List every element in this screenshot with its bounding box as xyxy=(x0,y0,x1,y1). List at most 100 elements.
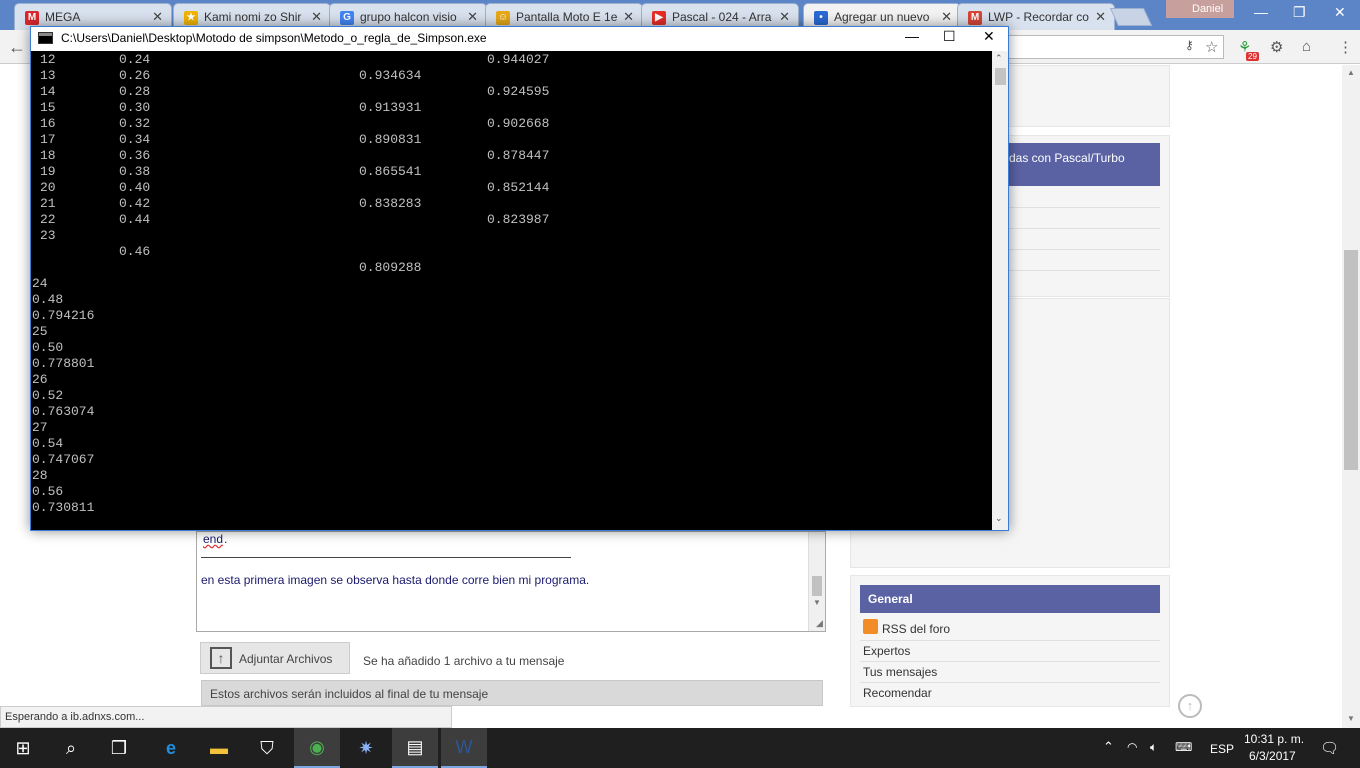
console-close-icon[interactable]: ✕ xyxy=(983,28,995,45)
tab-close-icon[interactable]: ✕ xyxy=(941,9,952,25)
console-cell-x: 0.40 xyxy=(119,180,151,195)
console-minimize-icon[interactable]: — xyxy=(905,28,919,44)
scroll-down-icon[interactable]: ▼ xyxy=(813,598,821,607)
tab-favicon-icon: ★ xyxy=(184,11,198,25)
console-cell-b: 0.838283 xyxy=(359,196,422,211)
page-scroll-thumb[interactable] xyxy=(1344,250,1358,470)
task-view-icon[interactable]: ❒ xyxy=(96,728,142,768)
console-cell-x: 0.42 xyxy=(119,196,151,211)
menu-kebab-icon[interactable]: ⋮ xyxy=(1338,38,1353,56)
tab-favicon-icon: ▶ xyxy=(652,11,666,25)
tab-favicon-icon: • xyxy=(814,11,828,25)
key-icon[interactable]: ⚷ xyxy=(1185,38,1194,52)
console-title-bar[interactable]: C:\Users\Daniel\Desktop\Motodo de simpso… xyxy=(31,27,1008,51)
attach-info-bar: Estos archivos serán incluidos al final … xyxy=(201,680,823,706)
console-cell-c: 0.924595 xyxy=(487,84,550,99)
tab-close-icon[interactable]: ✕ xyxy=(152,9,163,25)
search-icon[interactable]: ⌕ xyxy=(48,728,94,768)
tab-label: LWP - Recordar co xyxy=(988,10,1089,24)
page-scroll-down-icon[interactable]: ▼ xyxy=(1347,714,1355,723)
sidebar-header-1: das con Pascal/Turbo xyxy=(1000,143,1160,186)
chrome-icon[interactable]: ◉ xyxy=(294,728,340,768)
rss-icon xyxy=(863,619,878,634)
console-output[interactable]: 12 0.24 0.944027 13 0.26 0.934634 14 0.28 0.9245… xyxy=(31,51,992,530)
console-cell-n: 19 xyxy=(40,164,56,179)
tab-close-icon[interactable]: ✕ xyxy=(1095,9,1106,25)
volume-icon[interactable]: 🔈︎ xyxy=(1150,740,1157,755)
console-cell-n: 15 xyxy=(40,100,56,115)
console-cell-x: 0.32 xyxy=(119,116,151,131)
console-line: 0.52 xyxy=(32,388,64,403)
chevron-up-icon[interactable]: ⌃ xyxy=(1103,739,1114,755)
console-maximize-icon[interactable]: ☐ xyxy=(943,28,956,45)
editor-scrollbar[interactable]: ▼ ◢ xyxy=(808,532,825,631)
console-scrollbar[interactable]: ⌃ ⌄ xyxy=(992,51,1008,530)
edge-icon[interactable]: e xyxy=(148,728,194,768)
profile-button[interactable]: Daniel xyxy=(1166,0,1234,18)
console-scroll-down-icon[interactable]: ⌄ xyxy=(995,513,1003,524)
clock-date[interactable]: 6/3/2017 xyxy=(1249,749,1296,763)
link-tus-mensajes[interactable]: Tus mensajes xyxy=(863,665,937,679)
tab-close-icon[interactable]: ✕ xyxy=(623,9,634,25)
tab-favicon-icon: M xyxy=(968,11,982,25)
console-line: 0.48 xyxy=(32,292,64,307)
attach-label: Adjuntar Archivos xyxy=(239,652,333,666)
console-line: 24 xyxy=(32,276,48,291)
store-icon[interactable]: ⛉ xyxy=(244,728,290,768)
console-cell-x: 0.28 xyxy=(119,84,151,99)
console-cell-x: 0.24 xyxy=(119,52,151,67)
console-cell-x: 0.36 xyxy=(119,148,151,163)
page-scroll-up-icon[interactable]: ▲ xyxy=(1347,68,1355,77)
tab-close-icon[interactable]: ✕ xyxy=(311,9,322,25)
windows-start-icon[interactable]: ⊞ xyxy=(0,728,46,768)
notifications-icon[interactable]: 🗨︎ xyxy=(1320,739,1339,757)
message-editor[interactable]: end . en esta primera imagen se observa … xyxy=(196,531,826,632)
word-icon[interactable]: W xyxy=(441,728,487,768)
restore-icon[interactable]: ❐ xyxy=(1293,4,1306,21)
divider xyxy=(860,661,1160,662)
console-cell-n: 18 xyxy=(40,148,56,163)
console-scroll-thumb[interactable] xyxy=(995,68,1006,85)
general-header: General xyxy=(860,585,1160,613)
language-indicator[interactable]: ESP xyxy=(1210,742,1234,756)
clock-time[interactable]: 10:31 p. m. xyxy=(1244,732,1304,746)
minimize-icon[interactable]: — xyxy=(1254,4,1268,20)
link-expertos[interactable]: Expertos xyxy=(863,644,910,658)
profile-name: Daniel xyxy=(1192,3,1224,15)
tab-close-icon[interactable]: ✕ xyxy=(467,9,478,25)
editor-scroll-thumb[interactable] xyxy=(812,576,822,596)
bookmark-star-icon[interactable]: ☆ xyxy=(1205,38,1218,56)
console-cell-b: 0.890831 xyxy=(359,132,422,147)
extension-icon[interactable]: ⚙ xyxy=(1270,38,1283,56)
divider xyxy=(860,682,1160,683)
console-cell-n: 20 xyxy=(40,180,56,195)
console-cell-x: 0.38 xyxy=(119,164,151,179)
tab-label: MEGA xyxy=(45,10,81,24)
console-task-icon[interactable]: ▤ xyxy=(392,728,438,768)
console-scroll-up-icon[interactable]: ⌃ xyxy=(995,53,1003,64)
tab-label: Pascal - 024 - Arra xyxy=(672,10,772,24)
close-icon[interactable]: ✕ xyxy=(1334,4,1346,21)
console-app-icon xyxy=(38,32,53,44)
console-cell-b: 0.913931 xyxy=(359,100,422,115)
tab-close-icon[interactable]: ✕ xyxy=(779,9,790,25)
wifi-icon[interactable]: ◠ xyxy=(1127,740,1137,754)
console-cell-b: 0.934634 xyxy=(359,68,422,83)
attach-files-button[interactable]: ↑ Adjuntar Archivos xyxy=(200,642,350,674)
link-rss[interactable]: RSS del foro xyxy=(882,622,950,636)
console-cell-n: 13 xyxy=(40,68,56,83)
console-line: 0.763074 xyxy=(32,404,95,419)
settings-gear-icon[interactable]: ✷ xyxy=(343,728,389,768)
keyboard-icon[interactable]: ⌨ xyxy=(1175,740,1192,754)
console-cell-x: 0.34 xyxy=(119,132,151,147)
console-line: 0.50 xyxy=(32,340,64,355)
console-line: 0.56 xyxy=(32,484,64,499)
extension-badge: 29 xyxy=(1246,52,1259,61)
pdf-extension-icon[interactable]: ⌂ xyxy=(1302,38,1311,55)
tab-favicon-icon: ☺ xyxy=(496,11,510,25)
back-arrow-icon[interactable]: ← xyxy=(8,37,26,58)
link-recomendar[interactable]: Recomendar xyxy=(863,686,932,700)
resize-grip-icon[interactable]: ◢ xyxy=(816,618,823,629)
scroll-to-top-button[interactable]: ↑ xyxy=(1178,694,1202,718)
file-explorer-icon[interactable]: ▬ xyxy=(196,728,242,768)
